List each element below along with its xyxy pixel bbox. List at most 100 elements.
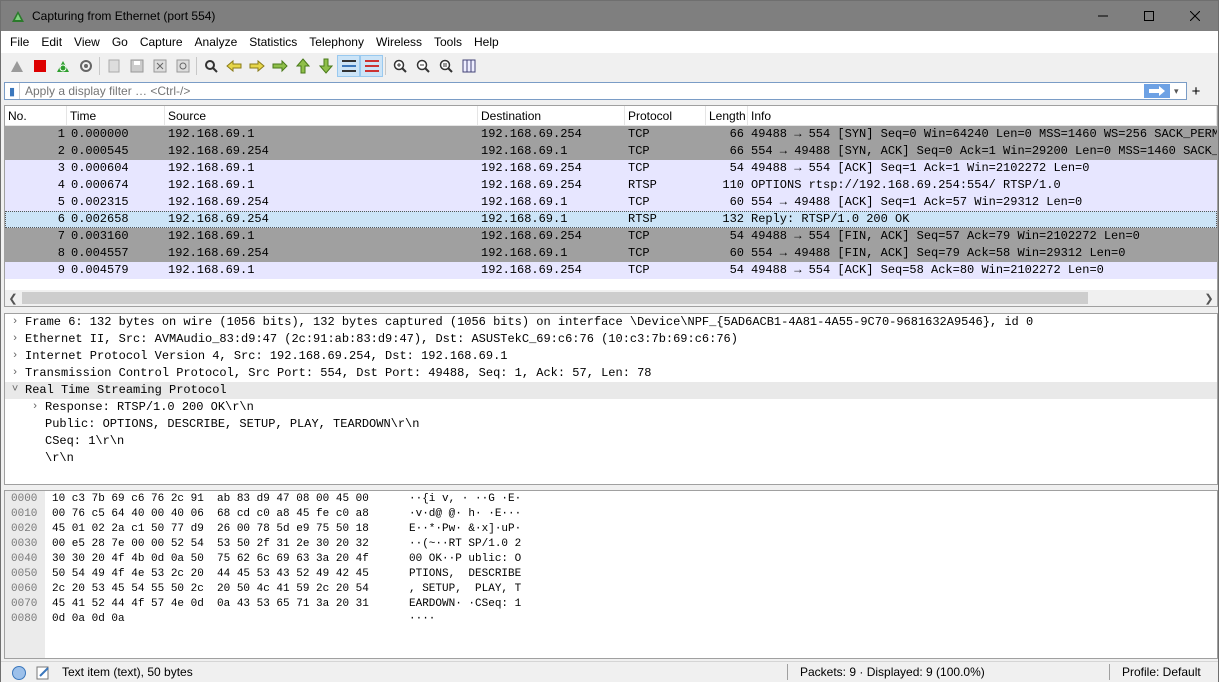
status-profile[interactable]: Profile: Default: [1122, 665, 1201, 679]
minimize-button[interactable]: [1080, 1, 1126, 31]
colorize-toggle[interactable]: [360, 55, 383, 77]
toolbar-separator: [196, 57, 197, 75]
capture-options-button[interactable]: [74, 55, 97, 77]
menu-analyze[interactable]: Analyze: [189, 35, 244, 49]
go-back-button[interactable]: [222, 55, 245, 77]
menu-wireless[interactable]: Wireless: [370, 35, 428, 49]
restart-capture-button[interactable]: [51, 55, 74, 77]
detail-tree-item[interactable]: › Response: RTSP/1.0 200 OK\r\n: [5, 399, 1217, 416]
detail-tree-item[interactable]: \r\n: [5, 450, 1217, 467]
scrollbar-thumb[interactable]: [22, 292, 1088, 304]
column-header-protocol[interactable]: Protocol: [625, 106, 706, 126]
zoom-out-button[interactable]: [411, 55, 434, 77]
bytes-row[interactable]: 0020 45 01 02 2a c1 50 77 d9 26 00 78 5d …: [5, 522, 1205, 537]
detail-tree-item[interactable]: › Ethernet II, Src: AVMAudio_83:d9:47 (2c…: [5, 331, 1217, 348]
go-first-button[interactable]: [291, 55, 314, 77]
packet-row[interactable]: 4 0.000674 192.168.69.1 192.168.69.254 RTSP 1…: [5, 177, 1217, 194]
display-filter-input[interactable]: [20, 83, 1144, 99]
byte-offset: 0070: [11, 598, 38, 610]
go-forward-button[interactable]: [245, 55, 268, 77]
detail-tree-item[interactable]: CSeq: 1\r\n: [5, 433, 1217, 450]
stop-capture-button[interactable]: [28, 55, 51, 77]
packet-info: 49488 → 554 [SYN] Seq=0 Win=64240 Len=0 …: [751, 127, 1217, 141]
menu-view[interactable]: View: [68, 35, 106, 49]
colorize-icon: [364, 60, 379, 72]
normal-size-button[interactable]: [434, 55, 457, 77]
menu-tools[interactable]: Tools: [428, 35, 468, 49]
column-header-no[interactable]: No.: [5, 106, 67, 126]
bytes-row[interactable]: 0040 30 30 20 4f 4b 0d 0a 50 75 62 6c 69 …: [5, 552, 1205, 567]
menu-help[interactable]: Help: [468, 35, 505, 49]
scroll-left-icon[interactable]: ❮: [5, 292, 21, 305]
bytes-row[interactable]: 0080 0d 0a 0d 0a ····: [5, 612, 1205, 627]
menu-statistics[interactable]: Statistics: [243, 35, 303, 49]
packet-row[interactable]: 6 0.002658 192.168.69.254 192.168.69.1 RTSP 1…: [5, 211, 1217, 228]
packet-row[interactable]: 3 0.000604 192.168.69.1 192.168.69.254 TCP 54…: [5, 160, 1217, 177]
packet-time: 0.000000: [71, 127, 129, 141]
byte-hex: 0d 0a 0d 0a: [52, 613, 125, 625]
find-packet-button[interactable]: [199, 55, 222, 77]
expand-arrow-icon[interactable]: ›: [25, 399, 45, 416]
detail-tree-item[interactable]: Public: OPTIONS, DESCRIBE, SETUP, PLAY, …: [5, 416, 1217, 433]
bytes-row[interactable]: 0070 45 41 52 44 4f 57 4e 0d 0a 43 53 65 …: [5, 597, 1205, 612]
go-last-button[interactable]: [314, 55, 337, 77]
add-filter-button[interactable]: +: [1189, 82, 1203, 100]
menu-go[interactable]: Go: [106, 35, 134, 49]
horizontal-scrollbar[interactable]: ❮ ❯: [5, 290, 1217, 306]
bytes-row[interactable]: 0030 00 e5 28 7e 00 00 52 54 53 50 2f 31 …: [5, 537, 1205, 552]
apply-filter-button[interactable]: [1144, 84, 1170, 98]
packet-row[interactable]: 5 0.002315 192.168.69.254 192.168.69.1 TCP 60…: [5, 194, 1217, 211]
autoscroll-toggle[interactable]: [337, 55, 360, 77]
close-button[interactable]: [1172, 1, 1218, 31]
menu-telephony[interactable]: Telephony: [303, 35, 370, 49]
reload-file-button[interactable]: [171, 55, 194, 77]
capture-status-icon[interactable]: [11, 665, 27, 681]
expand-arrow-icon[interactable]: ›: [5, 314, 25, 331]
bytes-row[interactable]: 0060 2c 20 53 45 54 55 50 2c 20 50 4c 41 …: [5, 582, 1205, 597]
expand-arrow-icon[interactable]: ›: [5, 331, 25, 348]
resize-columns-icon: [462, 59, 475, 73]
chevron-down-icon[interactable]: ▾: [1174, 86, 1186, 97]
packet-row[interactable]: 7 0.003160 192.168.69.1 192.168.69.254 TCP 54…: [5, 228, 1217, 245]
menu-file[interactable]: File: [4, 35, 35, 49]
column-header-destination[interactable]: Destination: [478, 106, 625, 126]
packet-row[interactable]: 2 0.000545 192.168.69.254 192.168.69.1 TCP 66…: [5, 143, 1217, 160]
close-file-button[interactable]: [148, 55, 171, 77]
column-header-length[interactable]: Length: [706, 106, 748, 126]
expand-arrow-icon[interactable]: ›: [5, 365, 25, 382]
bytes-row[interactable]: 0000 10 c3 7b 69 c6 76 2c 91 ab 83 d9 47 …: [5, 492, 1205, 507]
start-capture-button[interactable]: [5, 55, 28, 77]
packet-row[interactable]: 9 0.004579 192.168.69.1 192.168.69.254 TCP 54…: [5, 262, 1217, 279]
maximize-button[interactable]: [1126, 1, 1172, 31]
bookmark-icon[interactable]: ▮: [5, 83, 20, 99]
packet-time: 0.002315: [71, 195, 129, 209]
packet-source: 192.168.69.254: [168, 144, 269, 158]
packet-destination: 192.168.69.254: [481, 127, 582, 141]
byte-hex: 00 76 c5 64 40 00 40 06 68 cd c0 a8 45 f…: [52, 508, 369, 520]
byte-ascii: E··*·Pw· &·x]·uP·: [409, 523, 522, 535]
detail-tree-item[interactable]: ˅ Real Time Streaming Protocol: [5, 382, 1217, 399]
detail-tree-item[interactable]: › Frame 6: 132 bytes on wire (1056 bits),…: [5, 314, 1217, 331]
column-header-info[interactable]: Info: [748, 106, 1217, 126]
packet-row[interactable]: 1 0.000000 192.168.69.1 192.168.69.254 TCP 66…: [5, 126, 1217, 143]
detail-tree-item[interactable]: › Transmission Control Protocol, Src Port…: [5, 365, 1217, 382]
zoom-reset-icon: [439, 59, 453, 73]
detail-tree-item[interactable]: › Internet Protocol Version 4, Src: 192.1…: [5, 348, 1217, 365]
expand-arrow-icon[interactable]: ˅: [5, 382, 25, 399]
scroll-right-icon[interactable]: ❯: [1201, 292, 1217, 305]
bytes-row[interactable]: 0050 50 54 49 4f 4e 53 2c 20 44 45 53 43 …: [5, 567, 1205, 582]
open-file-button[interactable]: [102, 55, 125, 77]
go-to-packet-button[interactable]: [268, 55, 291, 77]
packet-row[interactable]: 8 0.004557 192.168.69.254 192.168.69.1 TCP 60…: [5, 245, 1217, 262]
column-header-time[interactable]: Time: [67, 106, 165, 126]
menu-capture[interactable]: Capture: [134, 35, 189, 49]
resize-columns-button[interactable]: [457, 55, 480, 77]
bytes-row[interactable]: 0010 00 76 c5 64 40 00 40 06 68 cd c0 a8 …: [5, 507, 1205, 522]
column-header-source[interactable]: Source: [165, 106, 478, 126]
expand-arrow-icon[interactable]: ›: [5, 348, 25, 365]
save-file-button[interactable]: [125, 55, 148, 77]
zoom-in-button[interactable]: [388, 55, 411, 77]
menu-edit[interactable]: Edit: [35, 35, 68, 49]
edit-comment-icon[interactable]: [35, 665, 51, 681]
detail-tree-label: Internet Protocol Version 4, Src: 192.16…: [25, 349, 508, 363]
